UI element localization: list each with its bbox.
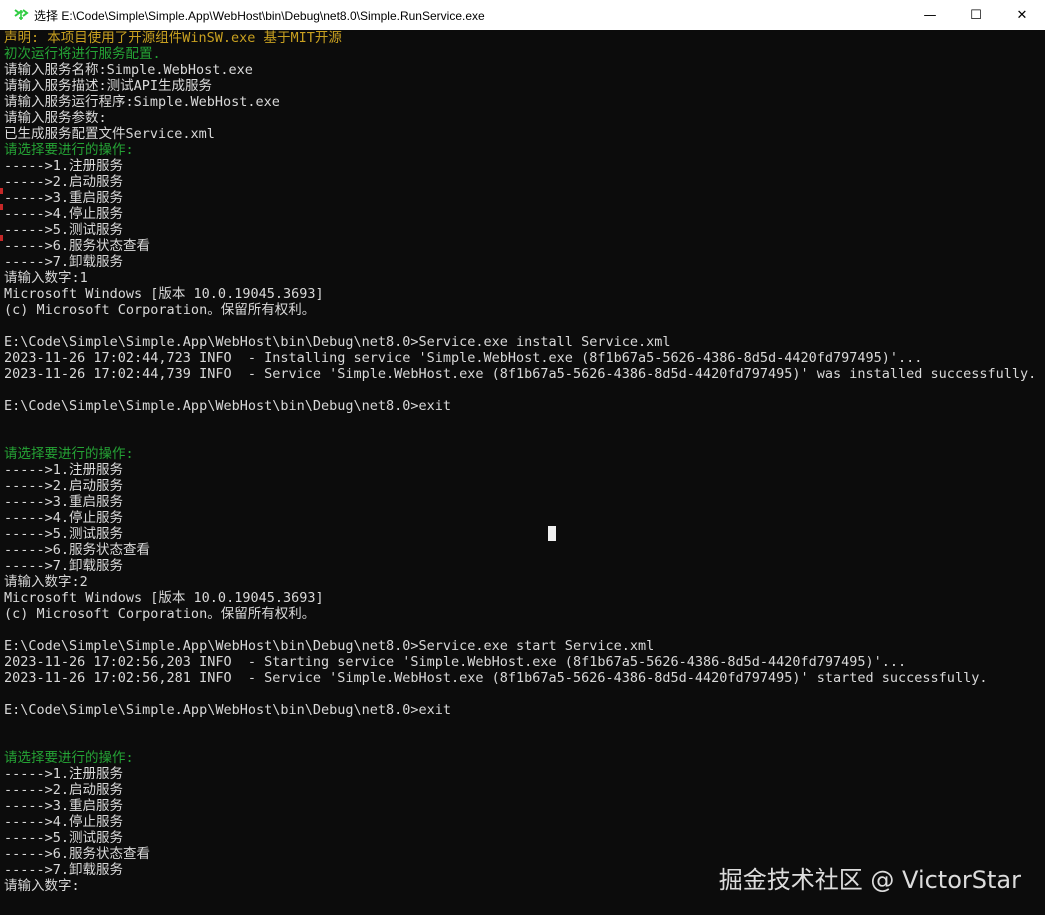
- console-output[interactable]: 声明: 本项目使用了开源组件WinSW.exe 基于MIT开源 初次运行将进行服务…: [4, 30, 1045, 915]
- window-title: 选择 E:\Code\Simple\Simple.App\WebHost\bin…: [34, 8, 485, 23]
- close-icon: ✕: [1016, 7, 1028, 23]
- console-line: E:\Code\Simple\Simple.App\WebHost\bin\De…: [4, 638, 655, 654]
- maximize-icon: ☐: [970, 7, 982, 23]
- close-button[interactable]: ✕: [999, 0, 1045, 30]
- console-line: 请选择要进行的操作:: [4, 446, 134, 462]
- console-window: 选择 E:\Code\Simple\Simple.App\WebHost\bin…: [0, 0, 1045, 915]
- minimize-icon: —: [923, 7, 937, 23]
- console-line: ----->2.启动服务: [4, 782, 124, 798]
- console-line: 声明: 本项目使用了开源组件WinSW.exe 基于MIT开源: [4, 30, 342, 46]
- edge-marker: [0, 188, 3, 194]
- text-cursor: [548, 526, 556, 541]
- console-line: 请选择要进行的操作:: [4, 750, 134, 766]
- console-line: 请输入服务描述:测试API生成服务: [4, 78, 213, 94]
- console-line: ----->4.停止服务: [4, 814, 124, 830]
- console-line: 已生成服务配置文件Service.xml: [4, 126, 215, 142]
- console-line: ----->6.服务状态查看: [4, 238, 151, 254]
- minimize-button[interactable]: —: [907, 0, 953, 30]
- console-line: ----->6.服务状态查看: [4, 542, 151, 558]
- console-line: ----->1.注册服务: [4, 462, 124, 478]
- console-line: ----->3.重启服务: [4, 190, 124, 206]
- console-line: 2023-11-26 17:02:44,739 INFO - Service '…: [4, 366, 1037, 382]
- console-line: ----->3.重启服务: [4, 798, 124, 814]
- console-line: (c) Microsoft Corporation。保留所有权利。: [4, 606, 316, 622]
- console-line: E:\Code\Simple\Simple.App\WebHost\bin\De…: [4, 702, 452, 718]
- console-line: ----->5.测试服务: [4, 830, 124, 846]
- console-line: Microsoft Windows [版本 10.0.19045.3693]: [4, 590, 324, 606]
- window-controls: — ☐ ✕: [907, 0, 1045, 30]
- watermark: 掘金技术社区 @ VictorStar: [718, 866, 1021, 894]
- console-line: ----->7.卸载服务: [4, 254, 124, 270]
- console-line: 请选择要进行的操作:: [4, 142, 134, 158]
- maximize-button[interactable]: ☐: [953, 0, 999, 30]
- console-line: ----->1.注册服务: [4, 766, 124, 782]
- console-line: ----->4.停止服务: [4, 510, 124, 526]
- console-line: ----->3.重启服务: [4, 494, 124, 510]
- console-line: ----->4.停止服务: [4, 206, 124, 222]
- console-line: Microsoft Windows [版本 10.0.19045.3693]: [4, 286, 324, 302]
- console-line: 请输入数字:2: [4, 574, 88, 590]
- console-line: (c) Microsoft Corporation。保留所有权利。: [4, 302, 316, 318]
- console-line: 2023-11-26 17:02:44,723 INFO - Installin…: [4, 350, 923, 366]
- console-line: 2023-11-26 17:02:56,203 INFO - Starting …: [4, 654, 907, 670]
- console-app-icon-glyph: [14, 9, 29, 20]
- edge-marker: [0, 204, 3, 210]
- console-line: 初次运行将进行服务配置.: [4, 46, 161, 62]
- console-line: ----->5.测试服务: [4, 222, 124, 238]
- edge-marker: [0, 235, 3, 241]
- console-line: ----->5.测试服务: [4, 526, 124, 542]
- console-line: 2023-11-26 17:02:56,281 INFO - Service '…: [4, 670, 988, 686]
- console-line: ----->2.启动服务: [4, 174, 124, 190]
- console-line: ----->2.启动服务: [4, 478, 124, 494]
- console-line: ----->7.卸载服务: [4, 558, 124, 574]
- title-bar[interactable]: 选择 E:\Code\Simple\Simple.App\WebHost\bin…: [0, 0, 1045, 30]
- console-app-icon: [12, 6, 30, 24]
- console-line: 请输入服务名称:Simple.WebHost.exe: [4, 62, 253, 78]
- console-line: ----->1.注册服务: [4, 158, 124, 174]
- console-line: 请输入服务运行程序:Simple.WebHost.exe: [4, 94, 280, 110]
- console-line: E:\Code\Simple\Simple.App\WebHost\bin\De…: [4, 398, 452, 414]
- console-line: E:\Code\Simple\Simple.App\WebHost\bin\De…: [4, 334, 671, 350]
- console-line: 请输入服务参数:: [4, 110, 107, 126]
- console-line: 请输入数字:1: [4, 270, 88, 286]
